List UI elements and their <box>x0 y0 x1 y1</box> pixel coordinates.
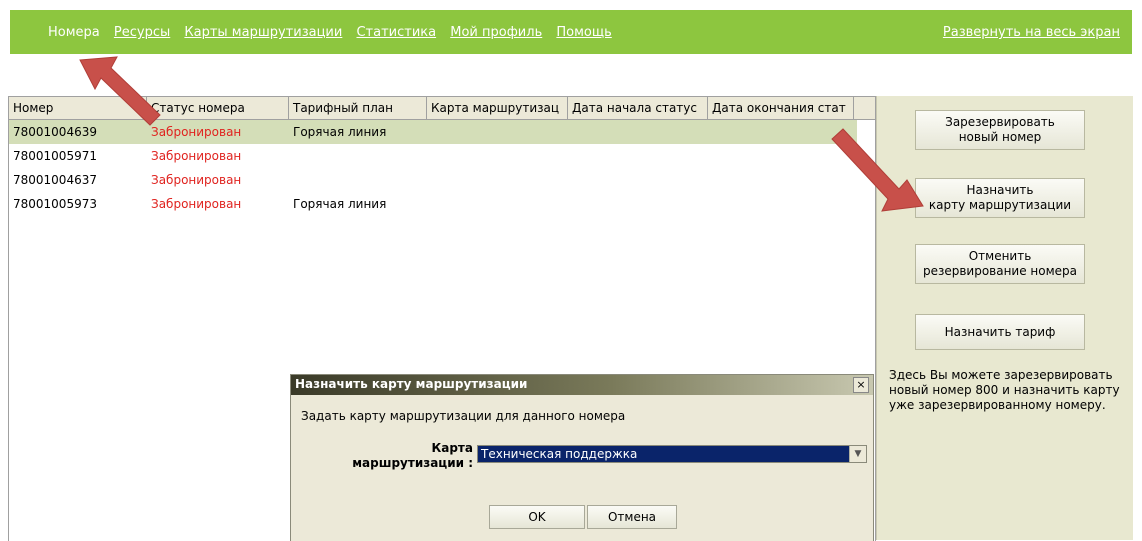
dialog-titlebar[interactable]: Назначить карту маршрутизации × <box>291 375 873 395</box>
chevron-down-icon[interactable]: ▼ <box>849 446 866 462</box>
dialog-title: Назначить карту маршрутизации <box>295 377 528 391</box>
routing-map-select[interactable]: Техническая поддержка ▼ <box>477 445 867 463</box>
cell-number: 78001005971 <box>13 149 97 163</box>
cancel-reservation-button[interactable]: Отменить резервирование номера <box>915 244 1085 284</box>
routing-map-label-line2: маршрутизации : <box>352 456 473 470</box>
routing-map-label-line1: Карта <box>431 441 473 455</box>
nav-item-statistics[interactable]: Статистика <box>356 25 436 40</box>
help-text: Здесь Вы можете зарезервировать новый но… <box>889 368 1120 412</box>
cell-plan: Горячая линия <box>293 125 387 139</box>
routing-map-selected-value: Техническая поддержка <box>478 446 850 462</box>
dialog-description: Задать карту маршрутизации для данного н… <box>301 409 626 423</box>
table-row[interactable]: 78001004639 Забронирован Горячая линия <box>9 120 857 144</box>
table-row[interactable]: 78001004637 Забронирован <box>9 168 875 192</box>
actions-panel: Зарезервировать новый номер Назначить ка… <box>876 96 1133 540</box>
routing-map-label: Карта маршрутизации : <box>301 441 473 471</box>
cell-plan: Горячая линия <box>293 197 387 211</box>
cancel-button[interactable]: Отмена <box>587 505 677 529</box>
cell-number: 78001005973 <box>13 197 97 211</box>
column-header-start-date[interactable]: Дата начала статус <box>568 97 708 119</box>
cell-status: Забронирован <box>151 125 242 139</box>
cell-number: 78001004639 <box>13 125 97 139</box>
cell-number: 78001004637 <box>13 173 97 187</box>
reserve-number-button[interactable]: Зарезервировать новый номер <box>915 110 1085 150</box>
nav-item-my-profile[interactable]: Мой профиль <box>450 25 542 40</box>
main-nav: Номера Ресурсы Карты маршрутизации Стати… <box>48 25 622 40</box>
cell-plan <box>289 168 293 192</box>
cell-plan <box>289 144 293 168</box>
fullscreen-link[interactable]: Развернуть на весь экран <box>943 25 1120 40</box>
column-header-routing-map[interactable]: Карта маршрутизац <box>427 97 568 119</box>
table-row[interactable]: 78001005971 Забронирован <box>9 144 875 168</box>
cell-status: Забронирован <box>151 173 242 187</box>
cell-status: Забронирован <box>151 149 242 163</box>
nav-item-numbers[interactable]: Номера <box>48 25 100 40</box>
top-nav-bar: Номера Ресурсы Карты маршрутизации Стати… <box>10 10 1132 54</box>
assign-routing-map-dialog: Назначить карту маршрутизации × Задать к… <box>290 374 874 541</box>
assign-tariff-button[interactable]: Назначить тариф <box>915 314 1085 350</box>
column-header-status[interactable]: Статус номера <box>147 97 289 119</box>
column-header-plan[interactable]: Тарифный план <box>289 97 427 119</box>
ok-button[interactable]: OK <box>489 505 585 529</box>
column-header-number[interactable]: Номер <box>9 97 147 119</box>
nav-item-help[interactable]: Помощь <box>556 25 611 40</box>
grid-header: Номер Статус номера Тарифный план Карта … <box>9 97 875 120</box>
assign-routing-map-button[interactable]: Назначить карту маршрутизации <box>915 178 1085 218</box>
nav-item-resources[interactable]: Ресурсы <box>114 25 170 40</box>
cell-status: Забронирован <box>151 197 242 211</box>
close-icon[interactable]: × <box>853 377 869 393</box>
column-header-end-date[interactable]: Дата окончания стат <box>708 97 854 119</box>
column-header-filler <box>854 97 875 119</box>
nav-item-routing-maps[interactable]: Карты маршрутизации <box>184 25 342 40</box>
table-row[interactable]: 78001005973 Забронирован Горячая линия <box>9 192 875 216</box>
